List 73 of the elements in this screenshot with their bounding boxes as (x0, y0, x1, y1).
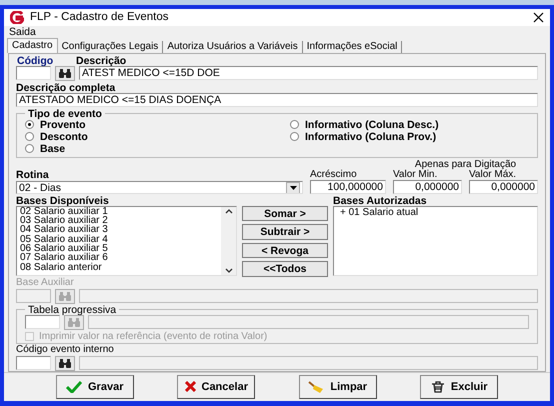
list-item[interactable]: 07 Salario auxiliar 6 (20, 253, 218, 263)
field-label: Valor Min. (393, 170, 438, 180)
list-item[interactable]: 03 Salario auxiliar 2 (20, 216, 218, 226)
broom-icon (308, 380, 324, 393)
list-label: Bases Autorizadas (333, 196, 428, 206)
app-logo-icon (10, 10, 24, 24)
radio-button[interactable] (25, 132, 34, 142)
delete-button[interactable]: Excluir (420, 374, 498, 399)
radio-label: Desconto (40, 130, 88, 143)
list-item[interactable]: + 01 Salario atual (340, 206, 534, 218)
tab[interactable]: Informações eSocial (302, 40, 402, 53)
search-button[interactable] (55, 66, 75, 81)
binoculars-icon (68, 318, 80, 327)
code-field[interactable] (16, 66, 51, 80)
caption-text: Apenas para Digitação (414, 160, 518, 170)
chevron-down-icon (224, 268, 232, 273)
field-label: Descrição (76, 56, 126, 66)
binoculars-icon (59, 68, 71, 78)
binoculars-icon (59, 292, 71, 301)
transfer-button[interactable]: < Revoga (242, 242, 328, 258)
radio-label: Provento (40, 118, 86, 131)
field-label: Rotina (16, 170, 50, 180)
group-title: Tabela progressiva (27, 304, 118, 315)
radio-label: Base (40, 142, 66, 155)
scrollbar[interactable] (221, 206, 236, 275)
transfer-button[interactable]: Somar > (242, 206, 328, 222)
code-field[interactable] (25, 315, 60, 330)
transfer-button[interactable]: <<Todos (242, 261, 328, 277)
tab[interactable]: Cadastro (7, 38, 58, 53)
transfer-button[interactable]: Subtrair > (242, 224, 328, 240)
close-icon[interactable] (533, 12, 544, 23)
window-title: FLP - Cadastro de Eventos (30, 11, 170, 24)
bin-icon (430, 380, 445, 393)
field-label: Base Auxiliar (16, 278, 75, 288)
save-button[interactable]: Gravar (56, 374, 134, 399)
field-label: Código (16, 56, 54, 66)
checkbox-label: Imprimir valor na referência (evento de rotina Valor) (39, 330, 268, 342)
increment-field[interactable]: 100,000000 (310, 180, 386, 194)
tab[interactable]: Autoriza Usuários a Variáveis (163, 40, 303, 53)
field-label: Código evento interno (16, 344, 115, 355)
close-icon (184, 381, 196, 392)
max-value-field[interactable]: 0,000000 (469, 180, 538, 194)
code-field[interactable] (16, 356, 51, 370)
radio-button[interactable] (25, 144, 34, 154)
list-item[interactable]: 05 Salario auxiliar 4 (20, 234, 218, 244)
tab[interactable]: Configurações Legais (58, 40, 164, 53)
radio-label: Informativo (Coluna Desc.) (305, 118, 439, 131)
code-field[interactable] (16, 289, 51, 304)
list-item[interactable]: 04 Salario auxiliar 3 (20, 225, 218, 235)
radio-button[interactable] (25, 120, 34, 130)
min-value-field[interactable]: 0,000000 (393, 180, 462, 194)
dropdown[interactable]: 02 - Dias (16, 180, 303, 194)
description-field[interactable]: ATEST MEDICO <=15D DOE (79, 66, 538, 80)
list-item[interactable]: 02 Salario auxiliar 1 (20, 206, 218, 216)
field-label: Acréscimo (310, 170, 358, 180)
list-item[interactable]: 08 Salario anterior (20, 262, 218, 272)
chevron-up-icon (224, 208, 232, 214)
check-icon (66, 380, 82, 393)
menu-item[interactable]: Saida (9, 26, 36, 38)
radio-button[interactable] (290, 120, 299, 130)
full-description-field[interactable]: ATESTADO MEDICO <=15 DIAS DOENÇA (16, 92, 538, 107)
list-item[interactable]: 06 Salario auxiliar 5 (20, 244, 218, 254)
group-title: Tipo de evento (27, 108, 103, 119)
search-button[interactable] (55, 356, 75, 371)
dropdown-arrow-icon (290, 186, 296, 190)
cancel-button[interactable]: Cancelar (177, 374, 256, 399)
field-label: Valor Máx. (469, 170, 518, 180)
binoculars-icon (59, 358, 71, 368)
radio-button[interactable] (290, 132, 299, 142)
list-label: Bases Disponíveis (16, 196, 110, 206)
field-label: Descrição completa (16, 82, 116, 93)
radio-label: Informativo (Coluna Prov.) (305, 130, 436, 143)
clear-button[interactable]: Limpar (298, 374, 377, 399)
